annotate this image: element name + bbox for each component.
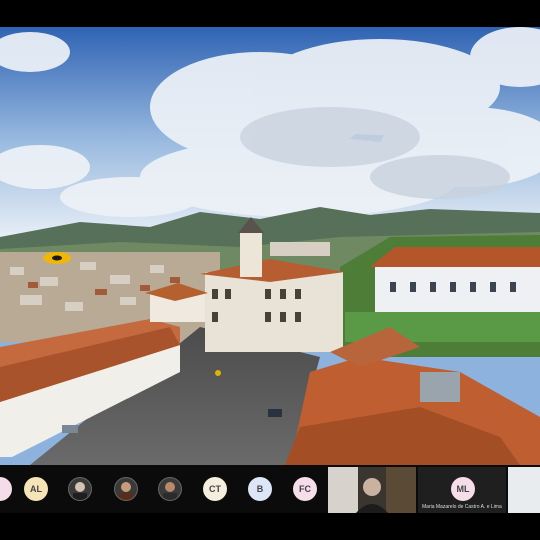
video-tile[interactable]: ML Maria Mazarelo de Castro A. e Lima bbox=[418, 467, 506, 513]
participant-initials: AL bbox=[30, 484, 42, 494]
participant-avatar[interactable] bbox=[0, 477, 12, 501]
participant-avatar: ML bbox=[451, 477, 475, 501]
participant-avatar[interactable] bbox=[158, 477, 182, 501]
participant-avatar[interactable]: CT bbox=[203, 477, 227, 501]
participant-video bbox=[328, 467, 416, 513]
camera-tile[interactable] bbox=[328, 467, 416, 513]
shared-screen-view bbox=[0, 27, 540, 465]
person-photo-icon bbox=[119, 482, 133, 500]
participant-avatar[interactable]: B bbox=[248, 477, 272, 501]
central-palace bbox=[205, 272, 343, 352]
person-photo-icon bbox=[163, 482, 177, 500]
participant-name: Maria Mazarelo de Castro A. e Lima bbox=[422, 504, 502, 510]
participant-avatar[interactable]: FC bbox=[293, 477, 317, 501]
participant-avatar[interactable] bbox=[114, 477, 138, 501]
participant-avatar[interactable]: AL bbox=[24, 477, 48, 501]
participant-initials: B bbox=[256, 484, 264, 494]
person-photo-icon bbox=[73, 482, 87, 500]
participant-initials: CT bbox=[209, 484, 221, 494]
participant-strip: AL CT B FC ML Maria Mazarelo de Castro A… bbox=[0, 465, 540, 513]
aerial-town-panorama bbox=[0, 27, 540, 465]
participant-initials: FC bbox=[299, 484, 311, 494]
participant-initials: ML bbox=[456, 484, 470, 494]
participant-avatar[interactable] bbox=[68, 477, 92, 501]
video-tile-partial[interactable] bbox=[508, 467, 540, 513]
